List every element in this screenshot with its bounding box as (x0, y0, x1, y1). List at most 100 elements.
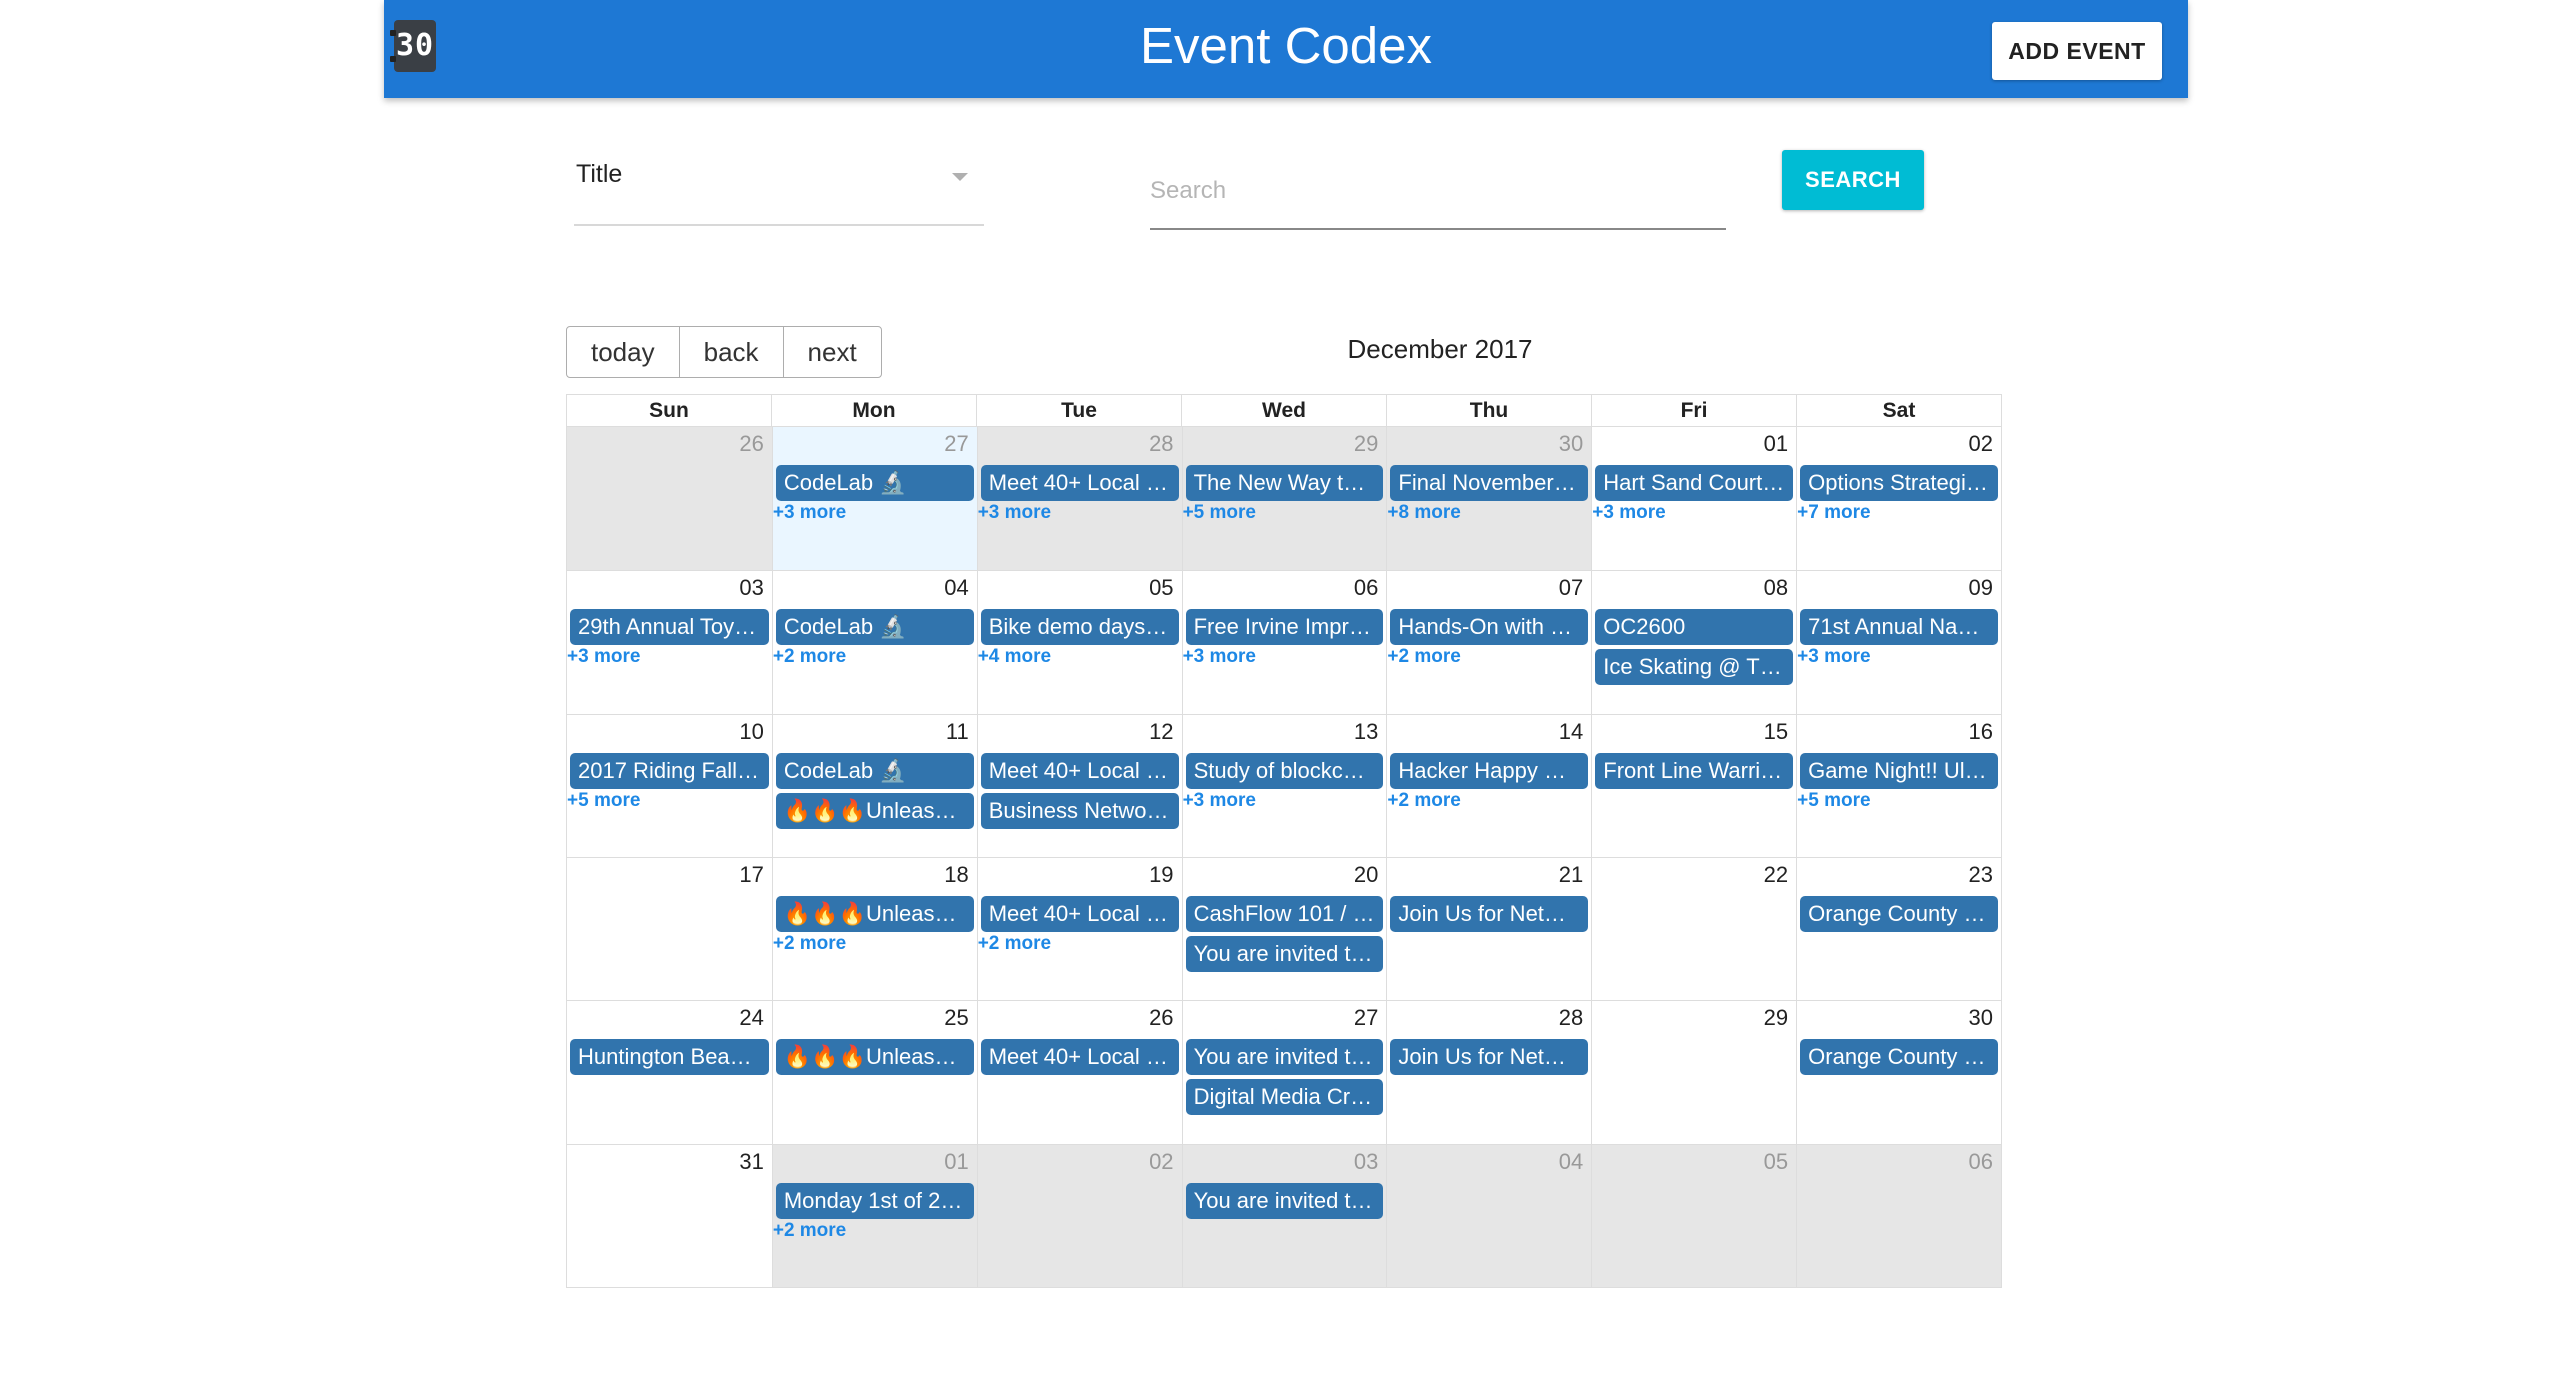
day-number[interactable]: 26 (1149, 1005, 1173, 1031)
day-number[interactable]: 26 (739, 431, 763, 457)
day-number[interactable]: 24 (739, 1005, 763, 1031)
day-number[interactable]: 31 (739, 1149, 763, 1175)
calendar-event[interactable]: Ice Skating @ The Rinks (1595, 649, 1794, 686)
day-number[interactable]: 30 (1969, 1005, 1993, 1031)
show-more-link[interactable]: +3 more (1183, 646, 1256, 668)
show-more-link[interactable]: +2 more (978, 933, 1051, 955)
day-cell[interactable]: 25 🔥🔥🔥Unleash Your Potential (771, 1001, 977, 1144)
calendar-event[interactable]: Monday 1st of 2018 Meetup (775, 1182, 974, 1219)
day-cell[interactable]: 27 You are invited to our partyDigital Me… (1181, 1001, 1387, 1144)
calendar-event[interactable]: Hands-On with React (1390, 609, 1589, 646)
day-cell[interactable]: 18 🔥🔥🔥Unleash Your Potential+2 more (771, 858, 977, 1001)
day-number[interactable]: 16 (1969, 719, 1993, 745)
calendar-event[interactable]: Hart Sand Court Volleyball (1595, 465, 1794, 501)
day-number[interactable]: 13 (1354, 719, 1378, 745)
calendar-event[interactable]: Join Us for Networking (1390, 1039, 1589, 1076)
day-cell[interactable]: 29 The New Way to Invest+5 more (1181, 427, 1387, 571)
day-cell[interactable]: 09 71st Annual Naples Boat Parade+3 more (1796, 571, 2001, 714)
day-cell[interactable]: 04 CodeLab 🔬 +2 more (771, 571, 977, 714)
day-cell[interactable]: 30 Final November Meetup+8 more (1386, 427, 1592, 571)
day-number[interactable]: 30 (1559, 431, 1583, 457)
day-cell[interactable]: 20 CashFlow 101 / 202 Game You are invited… (1181, 858, 1387, 1001)
today-button[interactable]: today (566, 326, 680, 378)
calendar-event[interactable]: Digital Media Creators (1185, 1079, 1384, 1116)
calendar-event[interactable]: Meet 40+ Local Singles (980, 1039, 1179, 1076)
day-number[interactable]: 01 (1764, 431, 1788, 457)
day-cell[interactable]: 17 (567, 858, 772, 1000)
show-more-link[interactable]: +8 more (1387, 502, 1460, 524)
day-cell[interactable]: 10 2017 Riding Fall Classic+5 more (567, 715, 772, 857)
show-more-link[interactable]: +2 more (773, 1220, 846, 1242)
calendar-event[interactable]: CashFlow 101 / 202 Game (1185, 896, 1384, 932)
calendar-event[interactable]: 2017 Riding Fall Classic (570, 752, 769, 789)
day-cell[interactable]: 01 Hart Sand Court Volleyball+3 more (1591, 427, 1796, 571)
day-cell[interactable]: 02 Options Strategies Workshop+7 more (1796, 427, 2001, 571)
day-cell[interactable]: 13 Study of blockchain tech+3 more (1181, 714, 1387, 857)
search-input[interactable] (1150, 168, 1726, 214)
calendar-event[interactable]: 🔥🔥🔥Unleash Your Potential (775, 1039, 974, 1076)
day-cell[interactable]: 06 (1796, 1144, 2001, 1287)
day-number[interactable]: 22 (1764, 862, 1788, 888)
show-more-link[interactable]: +3 more (1592, 502, 1665, 524)
calendar-event[interactable]: You are invited to our party (1185, 936, 1384, 972)
day-cell[interactable]: 29 (1591, 1001, 1796, 1144)
show-more-link[interactable]: +2 more (1387, 646, 1460, 668)
day-cell[interactable]: 01 Monday 1st of 2018 Meetup+2 more (771, 1144, 977, 1287)
calendar-event[interactable]: You are invited to our party (1185, 1039, 1384, 1076)
day-number[interactable]: 18 (944, 862, 968, 888)
calendar-event[interactable]: Join Us for Networking (1390, 896, 1589, 932)
calendar-event[interactable]: The New Way to Invest (1185, 465, 1384, 501)
day-cell[interactable]: 16 Game Night!! Ultimate Fun+5 more (1796, 714, 2001, 857)
day-number[interactable]: 09 (1969, 575, 1993, 601)
day-cell[interactable]: 24 Huntington Beach Cruise (567, 1001, 772, 1143)
show-more-link[interactable]: +3 more (1797, 646, 1870, 668)
calendar-event[interactable]: Game Night!! Ultimate Fun (1800, 752, 1998, 789)
show-more-link[interactable]: +4 more (978, 646, 1051, 668)
back-button[interactable]: back (678, 326, 784, 378)
day-number[interactable]: 19 (1149, 862, 1173, 888)
day-number[interactable]: 11 (946, 719, 969, 745)
show-more-link[interactable]: +2 more (773, 646, 846, 668)
day-number[interactable]: 28 (1559, 1005, 1583, 1031)
calendar-event[interactable]: Front Line Warriors Meetup (1595, 752, 1794, 789)
day-cell[interactable]: 26 Meet 40+ Local Singles (976, 1001, 1182, 1144)
day-number[interactable]: 27 (1354, 1005, 1378, 1031)
day-number[interactable]: 27 (944, 431, 968, 457)
day-number[interactable]: 28 (1149, 431, 1173, 457)
calendar-event[interactable]: Options Strategies Workshop (1800, 465, 1998, 501)
calendar-event[interactable]: CodeLab 🔬 (775, 752, 974, 789)
day-number[interactable]: 04 (1559, 1149, 1583, 1175)
show-more-link[interactable]: +2 more (773, 933, 846, 955)
calendar-event[interactable]: Hacker Happy Hour (1390, 752, 1589, 789)
day-cell[interactable]: 14 Hacker Happy Hour +2 more (1386, 714, 1591, 857)
day-number[interactable]: 12 (1149, 719, 1173, 745)
calendar-event[interactable]: Final November Meetup (1390, 465, 1589, 501)
show-more-link[interactable]: +3 more (567, 646, 640, 668)
show-more-link[interactable]: +5 more (1797, 790, 1870, 812)
show-more-link[interactable]: +3 more (773, 502, 846, 524)
calendar-event[interactable]: Meet 40+ Local Singles (980, 465, 1179, 501)
calendar-event[interactable]: 🔥🔥🔥Unleash Your Potential (775, 792, 974, 829)
day-number[interactable]: 02 (1149, 1149, 1173, 1175)
calendar-event[interactable]: Meet 40+ Local Singles (980, 896, 1179, 932)
day-cell[interactable]: 07 Hands-On with React +2 more (1386, 571, 1591, 714)
calendar-event[interactable]: Bike demo days at the park (980, 609, 1179, 646)
day-cell[interactable]: 31 (567, 1145, 772, 1287)
next-button[interactable]: next (782, 326, 882, 378)
calendar-event[interactable]: CodeLab 🔬 (775, 465, 974, 501)
day-number[interactable]: 25 (944, 1005, 968, 1031)
show-more-link[interactable]: +7 more (1797, 502, 1870, 524)
calendar-event[interactable]: Study of blockchain tech (1185, 752, 1384, 789)
calendar-event[interactable]: CodeLab 🔬 (775, 609, 974, 646)
day-number[interactable]: 03 (1354, 1149, 1378, 1175)
day-cell[interactable]: 03 29th Annual Toy Drive+3 more (567, 571, 772, 713)
day-cell[interactable]: 21 Join Us for Networking (1386, 858, 1591, 1001)
day-number[interactable]: 02 (1969, 431, 1993, 457)
day-cell[interactable]: 03 You are invited to our party (1181, 1144, 1387, 1287)
day-cell[interactable]: 11 CodeLab 🔬🔥🔥🔥Unleash Your Potential (771, 714, 977, 857)
day-number[interactable]: 08 (1764, 575, 1788, 601)
calendar-event[interactable]: Huntington Beach Cruise (570, 1039, 769, 1076)
day-cell[interactable]: 30 Orange County Hiking Club (1796, 1001, 2001, 1144)
day-cell[interactable]: 05 Bike demo days at the park+4 more (976, 571, 1182, 714)
day-cell[interactable]: 08 OC2600Ice Skating @ The Rinks (1591, 571, 1796, 714)
